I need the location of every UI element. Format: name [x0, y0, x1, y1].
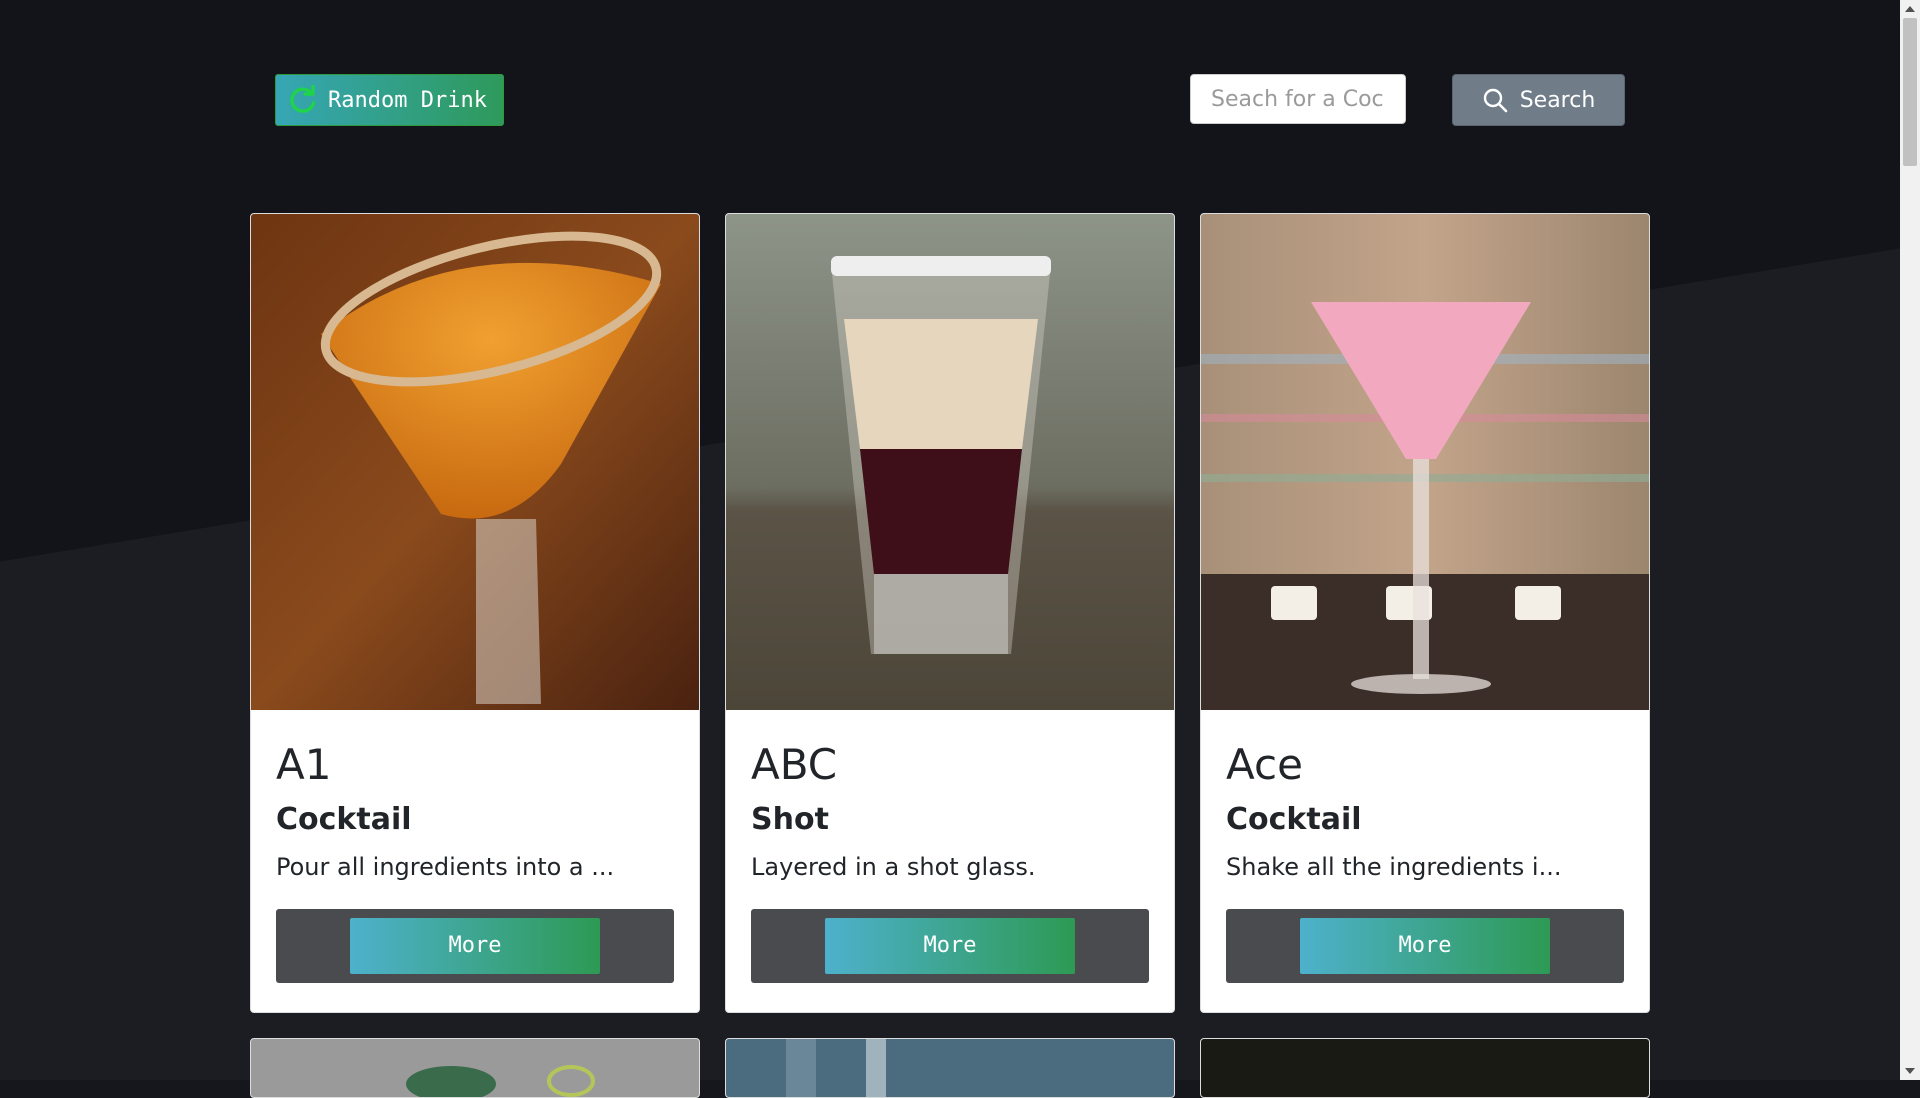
- scroll-down-icon[interactable]: [1905, 1068, 1915, 1074]
- drink-name: Ace: [1226, 740, 1303, 789]
- search-input[interactable]: [1190, 74, 1406, 124]
- search-button[interactable]: Search: [1452, 74, 1625, 126]
- drink-image: [1201, 214, 1649, 710]
- drink-card: A1 Cocktail Pour all ingredients into a …: [250, 213, 700, 1013]
- vertical-scrollbar[interactable]: [1900, 0, 1920, 1080]
- random-drink-button[interactable]: Random Drink: [275, 74, 504, 126]
- drink-category: Shot: [751, 802, 829, 838]
- random-drink-label: Random Drink: [328, 87, 487, 113]
- drink-description: Layered in a shot glass.: [751, 853, 1036, 882]
- refresh-icon: [288, 85, 318, 115]
- scroll-up-icon[interactable]: [1905, 6, 1915, 12]
- drink-image: [726, 214, 1174, 710]
- drink-description: Shake all the ingredients i...: [1226, 853, 1562, 882]
- drink-description: Pour all ingredients into a ...: [276, 853, 615, 882]
- drink-card-partial: [1200, 1038, 1650, 1098]
- more-button[interactable]: More: [350, 917, 600, 974]
- more-button-container: More: [751, 908, 1149, 983]
- drink-card-partial: [250, 1038, 700, 1098]
- more-button[interactable]: More: [1300, 917, 1550, 974]
- search-label: Search: [1519, 87, 1596, 113]
- search-icon: [1482, 87, 1508, 113]
- more-button[interactable]: More: [825, 917, 1075, 974]
- drink-category: Cocktail: [276, 802, 412, 838]
- drink-name: A1: [276, 740, 332, 789]
- drink-category: Cocktail: [1226, 802, 1362, 838]
- scrollbar-thumb[interactable]: [1903, 18, 1917, 166]
- drink-image: [251, 214, 699, 710]
- drink-card: ABC Shot Layered in a shot glass. More: [725, 213, 1175, 1013]
- more-button-container: More: [1226, 908, 1624, 983]
- drink-card: Ace Cocktail Shake all the ingredients i…: [1200, 213, 1650, 1013]
- drink-name: ABC: [751, 740, 838, 789]
- more-button-container: More: [276, 908, 674, 983]
- drink-card-partial: [725, 1038, 1175, 1098]
